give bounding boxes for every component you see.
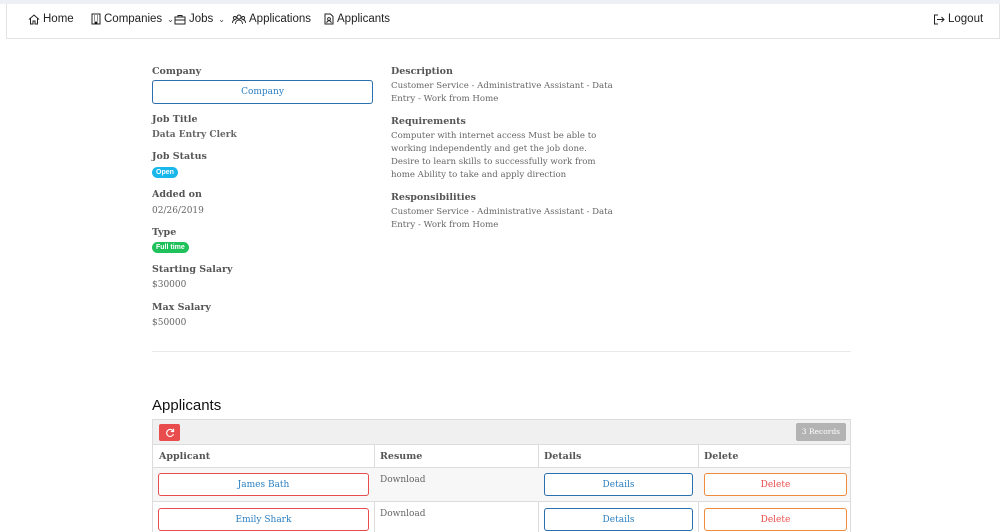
nav-applicants-label: Applicants	[337, 13, 391, 25]
nav-logout[interactable]: Logout	[933, 13, 983, 25]
type-badge: Full time	[152, 242, 189, 253]
briefcase-icon	[174, 14, 186, 25]
added-on-value: 02/26/2019	[152, 206, 204, 216]
nav-home[interactable]: Home	[28, 13, 74, 25]
applicants-heading: Applicants	[152, 397, 222, 414]
nav-applications-label: Applications	[249, 13, 312, 25]
column-header-delete: Delete	[704, 451, 739, 462]
responsibilities-text: Customer Service - Administrative Assist…	[391, 207, 613, 230]
refresh-icon	[165, 423, 175, 442]
requirements-label: Requirements	[391, 116, 466, 127]
type-label: Type	[152, 227, 177, 238]
status-badge: Open	[152, 167, 178, 178]
max-salary-value: $50000	[152, 318, 187, 328]
details-button[interactable]: Details	[544, 473, 693, 496]
job-title-label: Job Title	[152, 114, 198, 125]
document-user-icon	[324, 13, 334, 25]
nav-jobs[interactable]: Jobs ⌄	[174, 13, 225, 25]
company-label: Company	[152, 66, 202, 77]
applicant-name-button[interactable]: Emily Shark	[158, 508, 369, 531]
chevron-down-icon: ⌄	[167, 14, 174, 24]
column-header-resume: Resume	[380, 451, 423, 462]
applicant-name-button[interactable]: James Bath	[158, 473, 369, 496]
delete-button[interactable]: Delete	[704, 473, 847, 496]
resume-download-link[interactable]: Download	[380, 475, 426, 485]
responsibilities-label: Responsibilities	[391, 192, 476, 203]
nav-home-label: Home	[43, 13, 74, 25]
requirements-text: Computer with internet access Must be ab…	[391, 131, 597, 180]
table-toolbar: 3 Records	[153, 420, 850, 445]
starting-salary-value: $30000	[152, 280, 187, 290]
refresh-button[interactable]	[159, 424, 180, 441]
column-header-details: Details	[544, 451, 582, 462]
nav-jobs-label: Jobs	[189, 13, 214, 25]
column-header-applicant: Applicant	[159, 451, 211, 462]
home-icon	[28, 13, 40, 25]
details-button[interactable]: Details	[544, 508, 693, 531]
applicants-table: 3 Records Applicant Resume Details Delet…	[152, 419, 851, 532]
resume-download-link[interactable]: Download	[380, 509, 426, 519]
description-text: Customer Service - Administrative Assist…	[391, 81, 613, 104]
nav-applicants[interactable]: Applicants	[324, 13, 390, 25]
records-count-badge: 3 Records	[795, 423, 846, 441]
job-status-label: Job Status	[152, 151, 207, 162]
navbar: Home Companies ⌄ Jobs ⌄ Applications App…	[6, 4, 1000, 39]
nav-companies-label: Companies	[104, 13, 163, 25]
starting-salary-label: Starting Salary	[152, 264, 233, 275]
building-icon	[91, 13, 101, 25]
row-divider	[153, 501, 850, 502]
delete-button[interactable]: Delete	[704, 508, 847, 531]
description-label: Description	[391, 66, 453, 77]
section-divider	[152, 351, 851, 352]
nav-companies[interactable]: Companies ⌄	[91, 13, 174, 25]
chevron-down-icon: ⌄	[218, 14, 225, 24]
max-salary-label: Max Salary	[152, 302, 211, 313]
nav-applications[interactable]: Applications	[232, 13, 311, 25]
users-icon	[232, 14, 246, 25]
company-button[interactable]: Company	[152, 80, 373, 104]
logout-icon	[933, 14, 945, 25]
added-on-label: Added on	[152, 189, 202, 200]
nav-logout-label: Logout	[948, 13, 984, 25]
job-title-value: Data Entry Clerk	[152, 130, 237, 140]
